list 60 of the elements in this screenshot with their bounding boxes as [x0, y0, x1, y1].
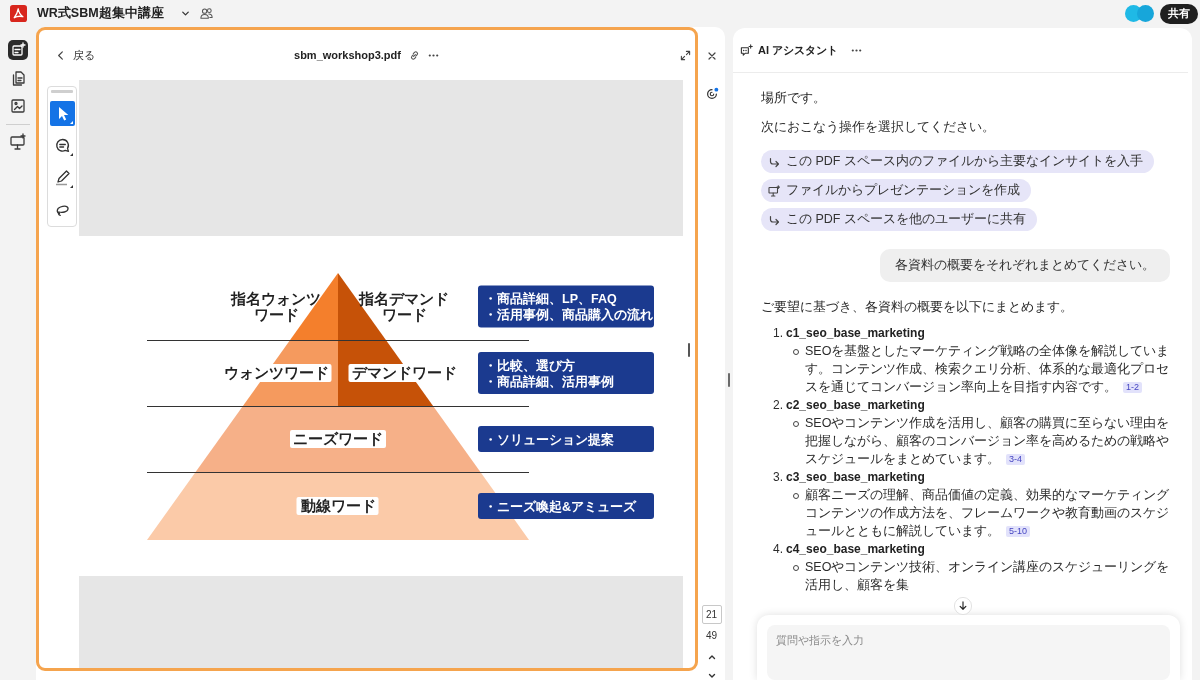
suggestion-chip[interactable]: この PDF スペースを他のユーザーに共有 — [761, 208, 1037, 231]
people-icon[interactable] — [198, 6, 214, 21]
pointer-icon[interactable] — [49, 101, 75, 126]
presentation-icon[interactable] — [8, 132, 28, 152]
note-box: ・商品詳細、LP、FAQ ・活用事例、商品購入の流れ — [478, 285, 654, 328]
summary-title: c1_seo_base_marketing — [786, 325, 925, 342]
close-icon[interactable] — [706, 51, 717, 61]
summary-text: SEOやコンテンツ作成を活用し、顧客の購買に至らない理由を把握しながら、顧客のコンバージョン率を高めるための戦略やスケジュールをまとめています。 3-4 — [805, 415, 1171, 468]
drag-handle[interactable] — [51, 90, 73, 93]
citation-link[interactable]: 1-2 — [1123, 382, 1142, 393]
back-button[interactable]: 戻る — [55, 47, 95, 63]
caret-icon — [179, 8, 191, 19]
chat-sparkle-icon — [740, 43, 753, 57]
share-button[interactable]: 共有 — [1160, 3, 1198, 24]
list-number: 1. — [773, 325, 783, 342]
workspace-dropdown[interactable]: WR式SBM超集中講座 — [37, 5, 191, 22]
expand-icon[interactable] — [680, 49, 691, 61]
suggestion-chip[interactable]: ファイルからプレゼンテーションを作成 — [761, 179, 1031, 202]
spiral-icon[interactable] — [704, 87, 719, 101]
tier-label: 指名デマンド ワード — [359, 290, 449, 323]
summary-text: 顧客ニーズの理解、商品価値の定義、効果的なマーケティングコンテンツの作成方法を、フレームワークや教育動画のスケジュールとともに解説しています。 5-10 — [805, 487, 1170, 540]
tier-label: 動線ワード — [296, 497, 379, 515]
image-document-icon[interactable] — [8, 96, 28, 116]
summary-title: c4_seo_base_marketing — [786, 541, 925, 558]
summary-title: c2_seo_base_marketing — [786, 397, 925, 414]
presentation-icon — [768, 184, 780, 197]
suggestion-chip[interactable]: この PDF スペース内のファイルから主要なインサイトを入手 — [761, 150, 1154, 173]
return-arrow-icon — [768, 155, 780, 168]
message-text: ご要望に基づき、各資料の概要を以下にまとめます。 — [761, 299, 1073, 316]
scrollbar-thumb[interactable] — [688, 343, 690, 357]
summary-text: SEOを基盤としたマーケティング戦略の全体像を解説しています。コンテンツ作成、検索クエリ分析、体系的な最適化プロセスを通じてコンバージョン率向上を目指す内容です。 1-2 — [805, 343, 1171, 396]
list-number: 3. — [773, 469, 783, 486]
user-message: 各資料の概要をそれぞれまとめてください。 — [880, 249, 1170, 282]
prompt-field[interactable]: 質問や指示を入力 — [767, 625, 1170, 680]
panel-title: AI アシスタント — [758, 42, 839, 58]
chevron-down-icon[interactable] — [707, 672, 716, 680]
chevron-left-icon — [55, 49, 66, 61]
link-icon[interactable] — [409, 49, 420, 61]
citation-link[interactable]: 3-4 — [1006, 454, 1025, 465]
summary-text: SEOやコンテンツ技術、オンライン講座のスケジューリングを活用し、顧客を集 — [805, 559, 1171, 594]
list-number: 2. — [773, 397, 783, 414]
page-number-field[interactable]: 21 — [701, 605, 722, 624]
note-box: ・ソリューション提案 — [478, 426, 654, 452]
page-count: 49 — [705, 630, 718, 642]
tier-label: 指名ウォンツ ワード — [231, 290, 321, 323]
file-name: sbm_workshop3.pdf — [294, 49, 401, 61]
message-text: 場所です。 — [761, 89, 826, 107]
note-box: ・ニーズ喚起&アミューズ — [478, 493, 654, 519]
tier-label: ニーズワード — [290, 430, 386, 448]
list-number: 4. — [773, 541, 783, 558]
logo-icon — [10, 5, 27, 22]
summary-title: c3_seo_base_marketing — [786, 469, 925, 486]
document-plus-icon[interactable] — [8, 40, 28, 60]
resize-handle[interactable] — [728, 373, 730, 387]
arrow-down-icon[interactable] — [953, 597, 972, 615]
chevron-up-icon[interactable] — [707, 653, 716, 661]
note-box: ・比較、選び方 ・商品詳細、活用事例 — [478, 352, 654, 394]
citation-link[interactable]: 5-10 — [1006, 526, 1030, 537]
return-arrow-icon — [768, 213, 780, 226]
message-text: 次におこなう操作を選択してください。 — [761, 119, 995, 136]
